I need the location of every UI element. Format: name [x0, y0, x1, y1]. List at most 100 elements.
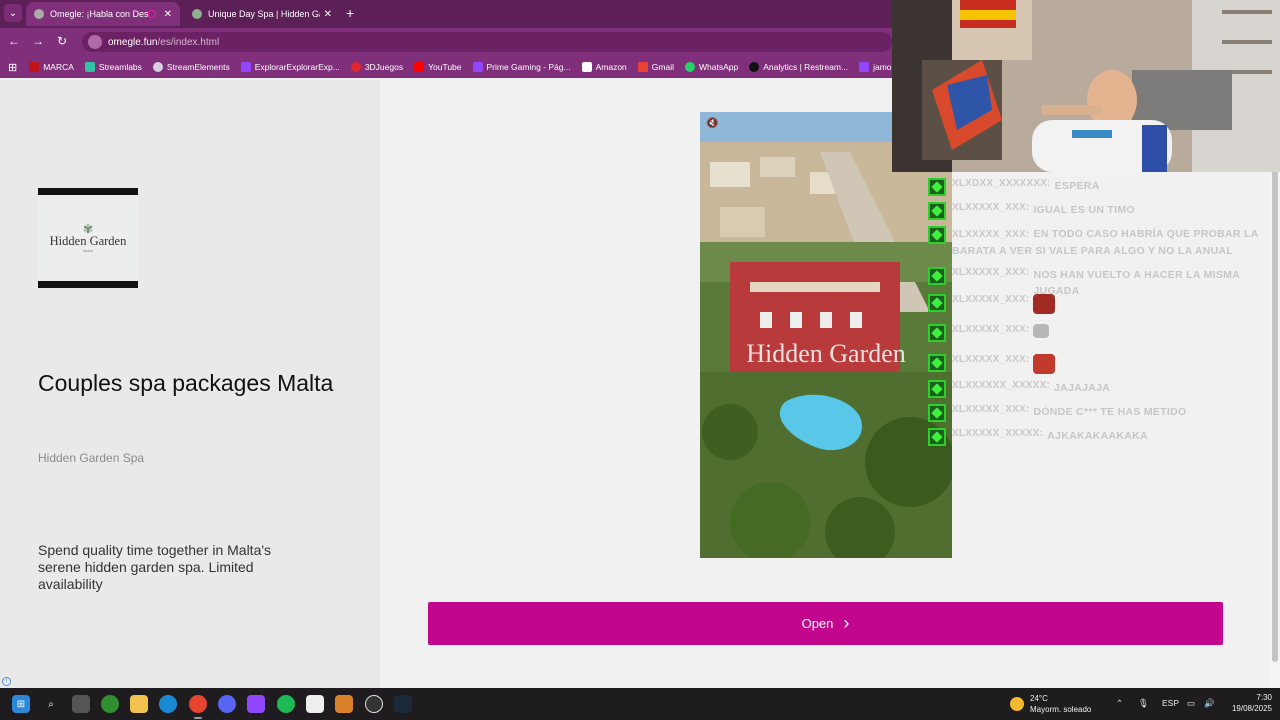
gmail-icon [637, 62, 648, 72]
agave-leaf-icon: ✾ [82, 221, 94, 236]
speaker-icon[interactable]: 🔊 [1204, 698, 1215, 709]
bookmark-gmail[interactable]: Gmail [637, 62, 674, 72]
reload-icon[interactable]: ↻ [54, 34, 70, 48]
tab-title: Unique Day Spa | Hidden Garde [208, 9, 320, 19]
weather-temp: 24°C [1030, 694, 1048, 703]
tab-hidden-garden[interactable]: Unique Day Spa | Hidden Garde ✕ [184, 2, 340, 26]
bookmark-whatsapp[interactable]: WhatsApp [684, 62, 738, 72]
chat-message: XLXXXXXX_XXXXX: JAJAJAJA [928, 380, 1110, 398]
site-info-icon[interactable] [88, 35, 102, 49]
task-view-icon[interactable] [72, 695, 90, 713]
chat-message: XLXXXXX_XXX: [928, 324, 1050, 342]
chat-badge-icon [928, 178, 946, 196]
open-button[interactable]: Open › [428, 602, 1223, 645]
bookmark-3djuegos[interactable]: 3DJuegos [350, 62, 404, 72]
chat-username: XLXXXXX_XXX: [952, 324, 1030, 335]
ad-choices-icon[interactable]: i [2, 677, 11, 686]
recording-icon [147, 10, 156, 18]
windows-start-icon[interactable]: ⊞ [12, 695, 30, 713]
chat-message: XLXXXXX_XXXXX: AJKAKAKAAKAKA [928, 428, 1148, 446]
marca-icon [29, 62, 40, 72]
bookmark-label: 3DJuegos [364, 62, 404, 72]
amazon-icon [581, 62, 592, 72]
forward-arrow-icon[interactable]: → [30, 34, 46, 48]
chat-username: XLXXXXX_XXXXX: [952, 428, 1044, 439]
bookmark-label: Gmail [651, 62, 674, 72]
app-icon[interactable] [335, 695, 353, 713]
streamer-webcam [892, 0, 1280, 172]
close-tab-icon[interactable]: ✕ [164, 9, 172, 20]
capcut-icon[interactable] [306, 695, 324, 713]
bookmark-amazon[interactable]: Amazon [581, 62, 627, 72]
bookmark-explorar[interactable]: ExplorarExplorarExp... [240, 62, 340, 72]
tab-omegle[interactable]: Omegle: ¡Habla con Descon ✕ [26, 2, 180, 26]
address-bar[interactable]: omegle.fun/es/index.html [82, 32, 892, 52]
bookmark-label: Amazon [595, 62, 627, 72]
chat-badge-icon [928, 354, 946, 372]
chat-text: XLXXXXX_XXX: EN TODO CASO HABRÍA QUE PROB… [952, 226, 1273, 259]
back-arrow-icon[interactable]: ← [6, 34, 22, 48]
chevron-right-icon: › [843, 613, 850, 633]
ad-video[interactable]: Hidden Garden 🔇 [700, 112, 952, 558]
chat-username: XLXXXXX_XXX: [952, 267, 1030, 278]
bookmark-streamelements[interactable]: StreamElements [152, 62, 230, 72]
tab-title: Omegle: ¡Habla con Descon [50, 9, 148, 19]
stream-chat: XLXDXX_XXXXXXX: ESPERA XLXXXXX_XXX: IGUA… [928, 176, 1273, 448]
bookmark-label: ExplorarExplorarExp... [254, 62, 340, 72]
emote-icon [1033, 324, 1050, 338]
chevron-up-icon[interactable]: ⌃ [1116, 698, 1123, 709]
twitch-icon [240, 62, 251, 72]
chat-badge-icon [928, 380, 946, 398]
chat-username: XLXXXXX_XXX: [952, 202, 1030, 213]
microphone-icon[interactable]: 🎙 [1138, 698, 1149, 709]
apps-grid-icon[interactable]: ⊞ [8, 61, 17, 74]
edge-icon[interactable] [159, 695, 177, 713]
prime-gaming-icon [472, 62, 483, 72]
language-indicator[interactable]: ESP [1162, 698, 1179, 708]
mute-icon[interactable]: 🔇 [706, 118, 718, 129]
bookmark-marca[interactable]: MARCA [29, 62, 74, 72]
system-clock[interactable]: 7:30 19/08/2025 [1222, 692, 1272, 714]
bookmark-label: Prime Gaming - Pág... [486, 62, 571, 72]
chat-badge-icon [928, 404, 946, 422]
new-tab-icon[interactable]: + [346, 5, 354, 21]
webcam-frame [892, 0, 1280, 172]
steam-icon[interactable] [394, 695, 412, 713]
advertiser-logo: ✾ Hidden Garden MALTA [38, 188, 138, 288]
weather-widget[interactable]: 24°C Mayorm. soleado [1010, 693, 1091, 715]
spotify-icon[interactable] [277, 695, 295, 713]
bookmark-youtube[interactable]: YouTube [414, 62, 462, 72]
monitor-icon[interactable]: ▭ [1187, 698, 1195, 709]
chat-message: XLXXXXX_XXX: [928, 354, 1056, 374]
discord-icon[interactable] [218, 695, 236, 713]
chrome-icon[interactable] [189, 695, 207, 713]
chat-badge-icon [928, 226, 946, 244]
clock-time: 7:30 [1256, 693, 1272, 702]
file-explorer-icon[interactable] [130, 695, 148, 713]
bookmark-analytics[interactable]: Analytics | Restream... [749, 62, 848, 72]
tab-search-icon[interactable]: ⌄ [4, 4, 22, 22]
open-button-label: Open [801, 616, 834, 631]
sun-icon [1010, 697, 1024, 711]
chat-text: ESPERA [1054, 180, 1100, 192]
chat-username: XLXXXXX_XXX: [952, 229, 1030, 240]
bookmark-label: MARCA [43, 62, 74, 72]
logo-subtext: MALTA [83, 248, 93, 253]
bookmark-label: Streamlabs [98, 62, 142, 72]
search-icon[interactable]: ⌕ [42, 695, 60, 713]
bookmark-prime-gaming[interactable]: Prime Gaming - Pág... [472, 62, 571, 72]
twitch-icon[interactable] [247, 695, 265, 713]
emote-icon [1033, 354, 1056, 374]
chat-badge-icon [928, 324, 946, 342]
xbox-icon[interactable] [101, 695, 119, 713]
clock-date: 19/08/2025 [1231, 704, 1272, 713]
restream-icon [749, 62, 760, 72]
close-tab-icon[interactable]: ✕ [324, 9, 332, 20]
chat-badge-icon [928, 428, 946, 446]
bookmark-streamlabs[interactable]: Streamlabs [84, 62, 142, 72]
youtube-icon [414, 62, 425, 72]
obs-icon[interactable] [365, 695, 383, 713]
logo-text: Hidden Garden [49, 233, 127, 248]
chat-text: AJKAKAKAAKAKA [1047, 430, 1148, 442]
chat-text: IGUAL ES UN TIMO [1033, 204, 1135, 216]
